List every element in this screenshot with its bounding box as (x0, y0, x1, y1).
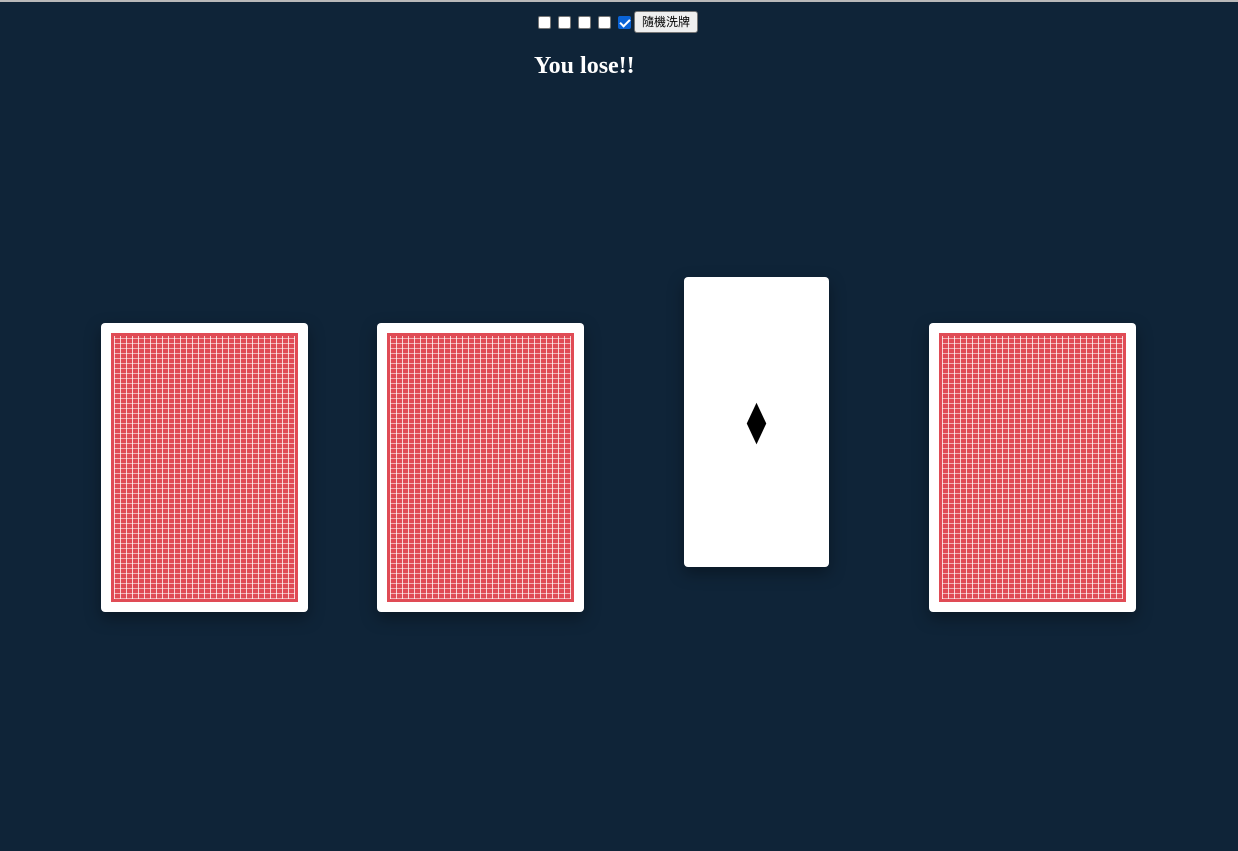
checkbox-1[interactable] (538, 15, 551, 29)
checkbox-4[interactable] (598, 15, 611, 29)
shuffle-button[interactable]: 隨機洗牌 (634, 11, 699, 33)
card-1-face-down[interactable] (101, 323, 308, 612)
card-back-pattern (939, 333, 1126, 602)
card-2-face-down[interactable] (377, 323, 584, 612)
card-3-face-up[interactable]: ⧫ (684, 277, 829, 567)
checkbox-2[interactable] (558, 15, 571, 29)
card-back-pattern (387, 333, 574, 602)
card-4-face-down[interactable] (929, 323, 1136, 612)
checkbox-3[interactable] (578, 15, 591, 29)
checkbox-5[interactable] (618, 15, 631, 29)
window-top-border (0, 0, 1238, 2)
controls-bar: 隨機洗牌 (538, 11, 699, 33)
result-message: You lose!! (534, 53, 635, 79)
card-back-pattern (111, 333, 298, 602)
diamond-suit-icon: ⧫ (746, 399, 767, 445)
